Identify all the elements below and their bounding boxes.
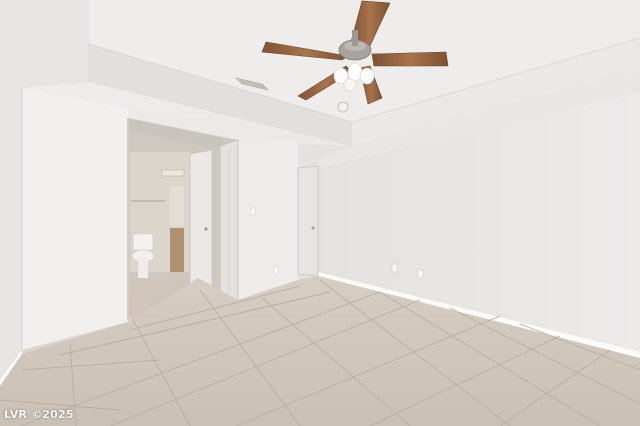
closet-door	[297, 165, 319, 277]
room-photo	[0, 0, 640, 426]
smoke-detector	[337, 101, 349, 113]
watermark-text: LVR ©2025	[4, 408, 74, 421]
